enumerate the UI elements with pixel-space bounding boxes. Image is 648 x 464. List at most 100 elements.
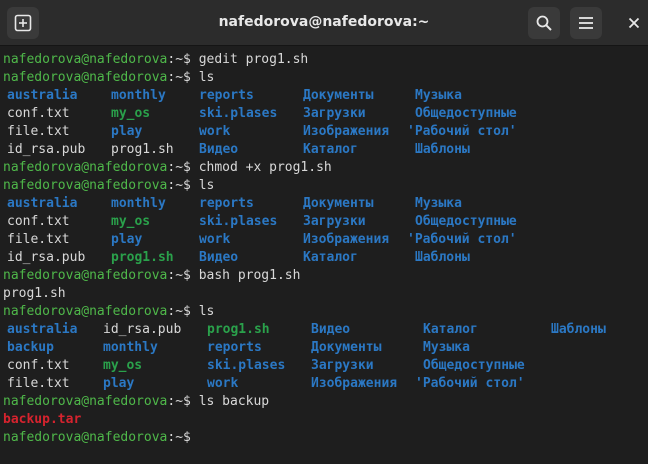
executable-entry: my_os [111, 214, 151, 229]
title-bar: nafedorova@nafedorova:~ [0, 0, 648, 46]
file-entry: prog1.sh [111, 142, 174, 157]
ls-output-row: id_rsa.pub prog1.sh Видео Каталог Шаблоны [0, 141, 648, 159]
command-text: ls [198, 178, 215, 193]
close-icon [628, 17, 640, 29]
directory-entry: play [111, 124, 143, 139]
ls-output-row: id_rsa.pub prog1.sh Видео Каталог Шаблоны [0, 249, 648, 267]
file-entry: file.txt [7, 376, 70, 391]
directory-entry: 'Рабочий стол' [407, 232, 517, 247]
directory-entry: reports [199, 88, 254, 103]
directory-entry: reports [199, 196, 254, 211]
shell-prompt: nafedorova@nafedorova [3, 394, 168, 409]
directory-entry: Шаблоны [415, 142, 470, 157]
directory-entry: Документы [303, 196, 374, 211]
directory-entry: Видео [311, 322, 351, 337]
ls-output-row: conf.txt my_os ski.plases Загрузки Общедосту… [0, 357, 648, 375]
ls-output-row: file.txt play work Изображения 'Рабочий стол… [0, 231, 648, 249]
output-line: backup.tar [3, 411, 81, 429]
hamburger-menu-icon [579, 17, 593, 29]
directory-entry: play [111, 232, 143, 247]
directory-entry: australia [7, 88, 78, 103]
shell-prompt: nafedorova@nafedorova [3, 304, 168, 319]
directory-entry: Музыка [423, 340, 470, 355]
output-text: backup.tar [3, 412, 82, 427]
command-text: ls [198, 304, 215, 319]
command-text: ls [198, 70, 215, 85]
directory-entry: Изображения [311, 376, 398, 391]
directory-entry: Видео [199, 142, 239, 157]
ls-output-row: file.txt play work Изображения 'Рабочий стол… [0, 375, 648, 393]
command-text: bash prog1.sh [198, 268, 301, 283]
command-line: nafedorova@nafedorova:~$ chmod +x prog1.… [3, 159, 332, 177]
directory-entry: Загрузки [303, 106, 366, 121]
directory-entry: Загрузки [311, 358, 374, 373]
directory-entry: australia [7, 322, 78, 337]
directory-entry: ski.plases [207, 358, 286, 373]
command-line: nafedorova@nafedorova:~$ ls [3, 303, 214, 321]
command-text: chmod +x prog1.sh [198, 160, 332, 175]
command-line: nafedorova@nafedorova:~$ [3, 429, 199, 447]
ls-output-row: australia id_rsa.pub prog1.sh Видео Каталог Ш… [0, 321, 648, 339]
directory-entry: australia [7, 196, 78, 211]
directory-entry: 'Рабочий стол' [407, 124, 517, 139]
directory-entry: Общедоступные [423, 358, 525, 373]
directory-entry: Каталог [423, 322, 478, 337]
shell-prompt: nafedorova@nafedorova [3, 52, 168, 67]
ls-output-row: australia monthly reports Документы Музыка [0, 87, 648, 105]
directory-entry: Музыка [415, 88, 462, 103]
ls-output-row: conf.txt my_os ski.plases Загрузки Общедосту… [0, 213, 648, 231]
directory-entry: work [199, 124, 231, 139]
directory-entry: monthly [111, 88, 166, 103]
command-line: nafedorova@nafedorova:~$ bash prog1.sh [3, 267, 300, 285]
ls-output-row: file.txt play work Изображения 'Рабочий стол… [0, 123, 648, 141]
file-entry: id_rsa.pub [7, 250, 86, 265]
directory-entry: Общедоступные [415, 106, 517, 121]
shell-prompt: nafedorova@nafedorova [3, 70, 168, 85]
directory-entry: Шаблоны [415, 250, 470, 265]
new-tab-button[interactable] [7, 7, 39, 39]
executable-entry: prog1.sh [111, 250, 174, 265]
prompt-suffix: :~$ [167, 52, 199, 67]
menu-button[interactable] [570, 7, 602, 39]
file-entry: conf.txt [7, 214, 70, 229]
prompt-suffix: :~$ [167, 70, 199, 85]
command-line: nafedorova@nafedorova:~$ ls backup [3, 393, 269, 411]
executable-entry: my_os [103, 358, 143, 373]
directory-entry: Шаблоны [551, 322, 606, 337]
file-entry: id_rsa.pub [7, 142, 86, 157]
prompt-suffix: :~$ [167, 304, 199, 319]
file-entry: conf.txt [7, 106, 70, 121]
prompt-suffix: :~$ [167, 394, 199, 409]
command-line: nafedorova@nafedorova:~$ gedit prog1.sh [3, 51, 308, 69]
directory-entry: Каталог [303, 142, 358, 157]
command-text: gedit prog1.sh [198, 52, 309, 67]
directory-entry: Музыка [415, 196, 462, 211]
prompt-suffix: :~$ [167, 160, 199, 175]
directory-entry: backup [7, 340, 54, 355]
directory-entry: Загрузки [303, 214, 366, 229]
prompt-suffix: :~$ [167, 430, 199, 445]
directory-entry: monthly [103, 340, 158, 355]
search-button[interactable] [528, 7, 560, 39]
executable-entry: prog1.sh [207, 322, 270, 337]
shell-prompt: nafedorova@nafedorova [3, 268, 168, 283]
file-entry: conf.txt [7, 358, 70, 373]
directory-entry: work [207, 376, 239, 391]
ls-output-row: conf.txt my_os ski.plases Загрузки Общедосту… [0, 105, 648, 123]
directory-entry: play [103, 376, 135, 391]
terminal-output[interactable]: nafedorova@nafedorova:~$ gedit prog1.sh n… [0, 46, 648, 464]
shell-prompt: nafedorova@nafedorova [3, 160, 168, 175]
command-text: ls backup [198, 394, 270, 409]
directory-entry: Изображения [303, 124, 390, 139]
close-button[interactable] [620, 8, 648, 38]
search-icon [536, 15, 552, 31]
directory-entry: ski.plases [199, 214, 278, 229]
shell-prompt: nafedorova@nafedorova [3, 430, 168, 445]
prompt-suffix: :~$ [167, 178, 199, 193]
directory-entry: reports [207, 340, 262, 355]
output-line: prog1.sh [3, 285, 66, 303]
directory-entry: 'Рабочий стол' [415, 376, 525, 391]
file-entry: file.txt [7, 232, 70, 247]
directory-entry: monthly [111, 196, 166, 211]
prompt-suffix: :~$ [167, 268, 199, 283]
